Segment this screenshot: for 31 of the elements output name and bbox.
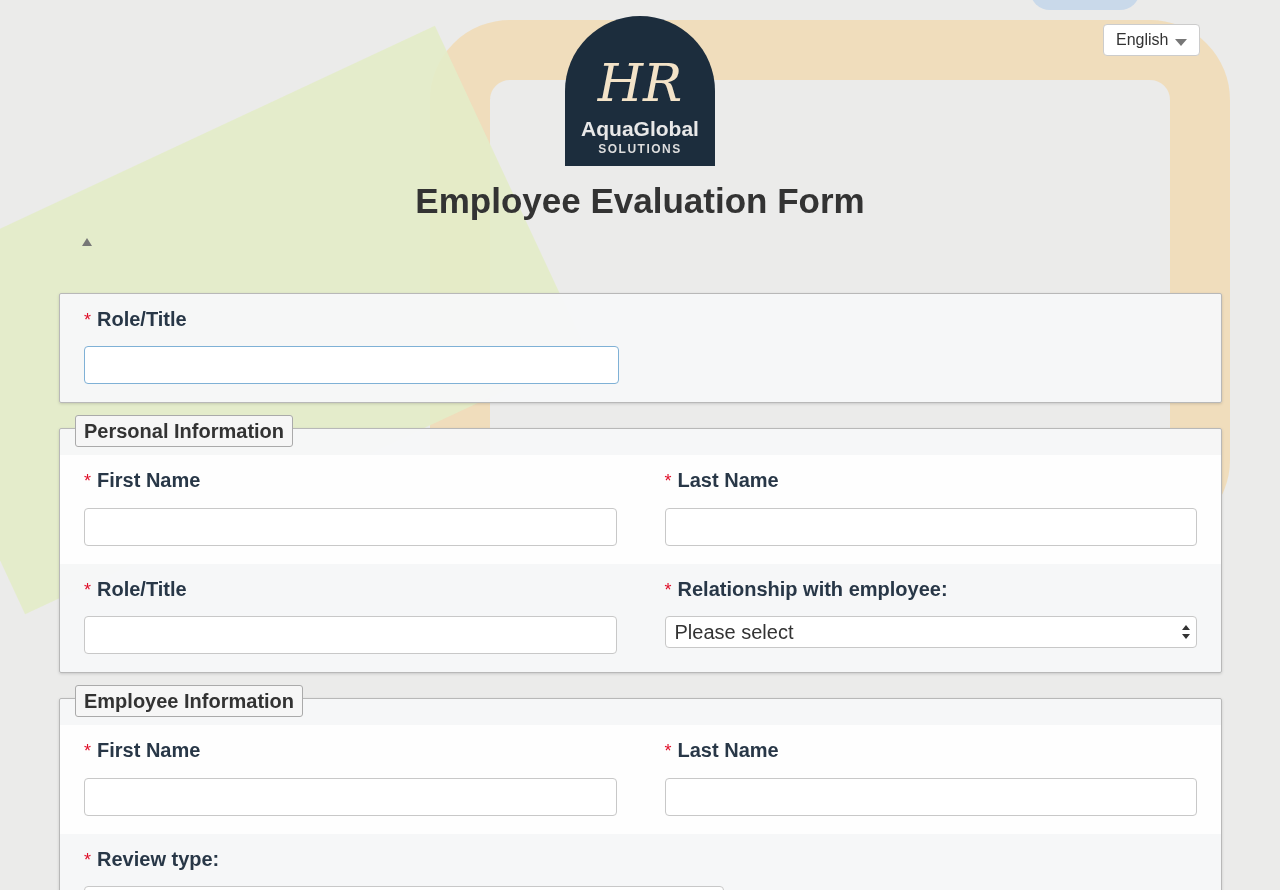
- required-marker: *: [84, 471, 91, 492]
- field-label: First Name: [97, 469, 201, 492]
- section-legend: Personal Information: [75, 415, 294, 448]
- field-label: Last Name: [677, 469, 779, 492]
- field-label: Role/Title: [97, 577, 187, 600]
- field-label: Review type:: [97, 847, 220, 870]
- field-label: Relationship with employee:: [677, 577, 948, 600]
- logo: HR AquaGlobal SOLUTIONS: [565, 16, 715, 166]
- text-field[interactable]: [84, 507, 617, 546]
- text-field[interactable]: [84, 346, 619, 385]
- text-field[interactable]: [664, 777, 1197, 816]
- caret-down-icon: [1175, 38, 1187, 46]
- field-label: Last Name: [677, 739, 779, 762]
- required-marker: *: [84, 741, 91, 762]
- required-marker: *: [84, 849, 91, 870]
- required-marker: *: [84, 579, 91, 600]
- select-field[interactable]: Please select: [664, 616, 1197, 649]
- section-legend: Employee Information: [75, 685, 304, 718]
- form-title: Employee Evaluation Form: [414, 180, 866, 222]
- required-marker: *: [84, 310, 91, 330]
- required-marker: *: [664, 579, 672, 600]
- field-label: Role/Title: [97, 308, 187, 330]
- text-field[interactable]: [84, 777, 617, 816]
- text-field[interactable]: [84, 616, 617, 655]
- language-select[interactable]: English: [1103, 24, 1200, 56]
- sort-arrows-icon: [1182, 625, 1190, 640]
- text-field[interactable]: [664, 507, 1197, 546]
- required-marker: *: [664, 471, 672, 492]
- caret-up-icon[interactable]: [82, 238, 92, 246]
- required-marker: *: [664, 741, 672, 762]
- field-label: First Name: [97, 739, 201, 762]
